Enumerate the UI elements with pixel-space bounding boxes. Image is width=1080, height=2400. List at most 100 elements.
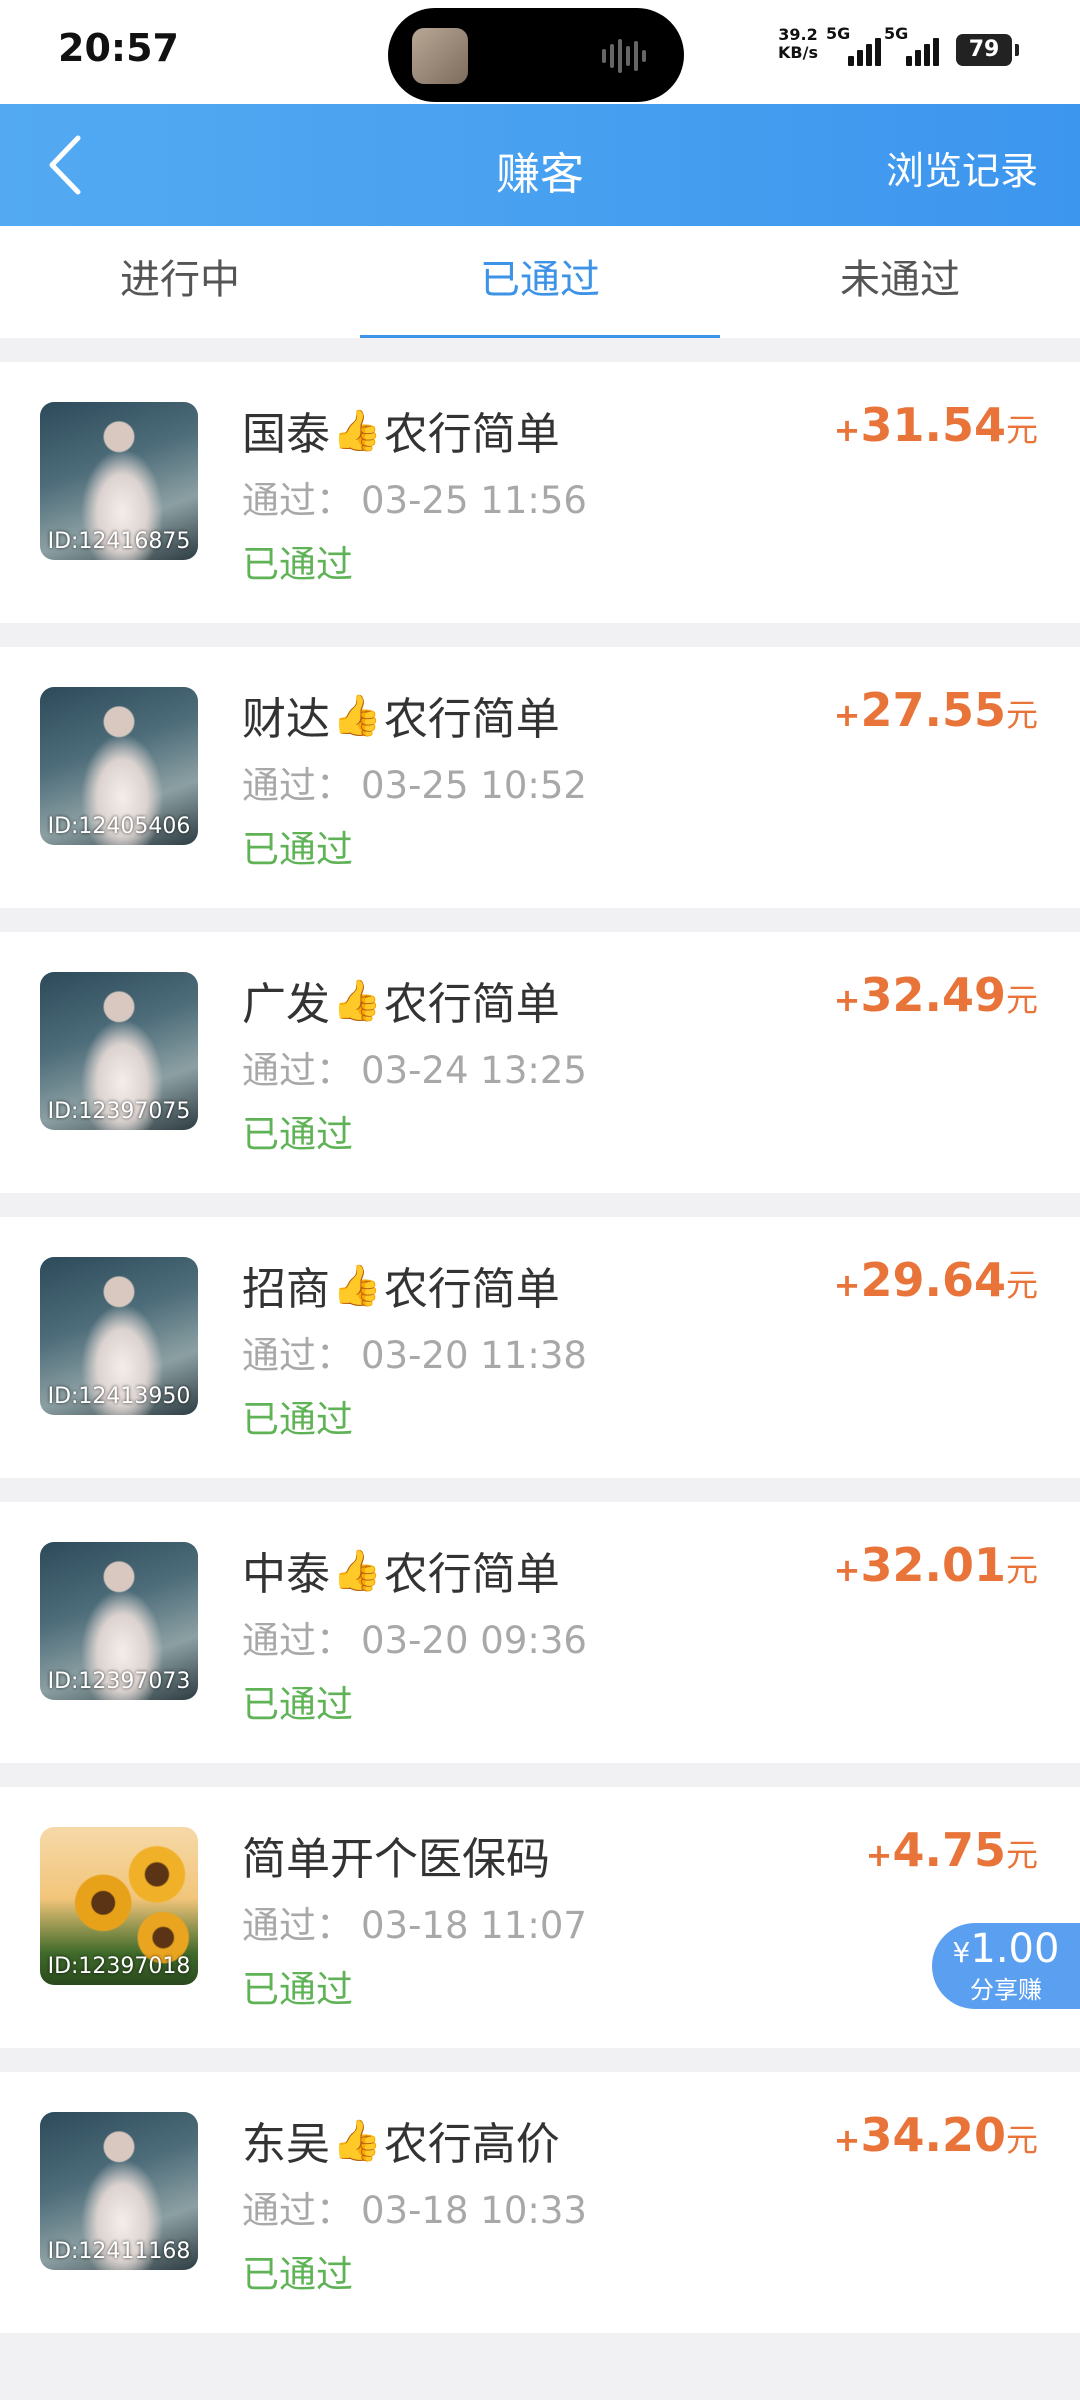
pass-time-label: 通过 [242, 2189, 316, 2232]
reward-unit: 元 [1005, 2121, 1038, 2159]
list-item[interactable]: ID:12397075 广发 👍 农行简单 通过： 03-24 13:25 已通过 +32.4… [0, 932, 1080, 1193]
list-item[interactable]: ID:12397018 简单开个医保码 通过： 03-18 11:07 已通过 +4.75… [0, 1787, 1080, 2048]
task-title: 国泰 👍 农行简单 [242, 398, 560, 462]
list-item[interactable]: ID:12413950 招商 👍 农行简单通过： 03-20 11:38 已通过 +29.6… [0, 1217, 1080, 1478]
list-item[interactable]: ID:12416875 国泰 👍 农行简单 通过： 03-25 11:56 已通过 +31.5… [0, 362, 1080, 623]
net-speed-unit: KB/s [778, 43, 818, 62]
task-name-suffix: 农行简单 [383, 409, 560, 460]
browse-history-button[interactable]: 浏览记录 [886, 140, 1038, 195]
reward-value: 32.49 [860, 968, 1006, 1022]
thumbs-up-icon: 👍 [332, 1547, 382, 1594]
pass-time: 通过： 03-24 13:25 [242, 1040, 587, 1094]
reward-sign: + [865, 1836, 893, 1874]
status-badge: 已通过 [242, 1968, 353, 2011]
pass-time-label: 通过 [242, 1619, 316, 1662]
task-id: ID:12411168 [47, 2239, 191, 2264]
task-id: ID:12413950 [47, 1384, 191, 1409]
app-header: 赚客 浏览记录 [0, 104, 1080, 226]
reward-value: 32.01 [860, 1538, 1006, 1592]
reward-amount: +29.64元 [834, 1253, 1038, 1307]
pass-time-value: 03-18 11:07 [361, 1904, 587, 1947]
reward-unit: 元 [1005, 1266, 1038, 1304]
thumbs-up-icon: 👍 [332, 977, 382, 1024]
task-title: 财达 👍 农行简单 [242, 683, 560, 747]
pass-time-separator: ： [316, 479, 353, 522]
tab-rejected[interactable]: 未通过 [720, 226, 1080, 338]
reward-value: 34.20 [860, 2108, 1006, 2162]
task-id: ID:12397073 [47, 1669, 191, 1694]
status-badge: 已通过 [242, 828, 353, 871]
share-earn-button[interactable]: ¥1.00 分享赚 [932, 1923, 1080, 2009]
reward-unit: 元 [1005, 1836, 1038, 1874]
task-title: 东吴 👍 农行高价 [242, 2108, 560, 2172]
pass-time-separator: ： [316, 764, 353, 807]
reward-amount: +34.20元 [834, 2108, 1038, 2162]
tab-passed[interactable]: 已通过 [360, 226, 720, 338]
task-thumbnail: ID:12413950 [40, 1257, 198, 1415]
task-thumbnail: ID:12411168 [40, 2112, 198, 2270]
task-name-suffix: 农行简单 [383, 1264, 560, 1315]
task-title: 简单开个医保码 [242, 1823, 550, 1887]
status-badge: 已通过 [242, 543, 353, 586]
status-badge: 已通过 [242, 1113, 353, 1156]
reward-sign: + [833, 411, 861, 449]
task-title: 中泰 👍 农行简单 [242, 1538, 560, 1602]
pass-time: 通过： 03-18 10:33 [242, 2180, 587, 2234]
net-speed-value: 39.2 [778, 25, 818, 44]
task-thumbnail: ID:12416875 [40, 402, 198, 560]
list-item[interactable]: ID:12405406 财达 👍 农行简单 通过： 03-25 10:52 已通过 +27.5… [0, 647, 1080, 908]
reward-value: 27.55 [860, 683, 1006, 737]
dynamic-island[interactable] [388, 8, 684, 102]
task-name-prefix: 国泰 [242, 409, 330, 460]
reward-sign: + [833, 1551, 861, 1589]
task-title: 招商 👍 农行简单 [242, 1253, 560, 1317]
reward-value: 29.64 [860, 1253, 1006, 1307]
reward-value: 31.54 [860, 398, 1006, 452]
status-badge: 已通过 [242, 1398, 353, 1441]
pass-time: 通过： 03-25 11:56 [242, 470, 587, 524]
task-name-suffix: 农行简单 [383, 1549, 560, 1600]
reward-unit: 元 [1005, 696, 1038, 734]
pass-time: 通过： 03-18 11:07 [242, 1895, 587, 1949]
signal-icon-sim1: 5G [826, 24, 882, 66]
battery-icon: 79 [956, 34, 1019, 66]
pass-time-label: 通过 [242, 479, 316, 522]
reward-amount: +27.55元 [834, 683, 1038, 737]
share-amount: ¥1.00 [952, 1926, 1060, 1972]
task-name-prefix: 财达 [242, 694, 330, 745]
pass-time-value: 03-18 10:33 [361, 2189, 587, 2232]
task-name-suffix: 农行简单 [383, 694, 560, 745]
status-tabs: 进行中 已通过 未通过 [0, 226, 1080, 338]
reward-sign: + [833, 1266, 861, 1304]
pass-time-label: 通过 [242, 764, 316, 807]
media-thumbnail [412, 28, 468, 84]
reward-sign: + [833, 2121, 861, 2159]
pass-time-separator: ： [316, 1619, 353, 1662]
pass-time: 通过： 03-20 11:38 [242, 1325, 587, 1379]
list-item[interactable]: ID:12397073 中泰 👍 农行简单 通过： 03-20 09:36 已通过 +32.0… [0, 1502, 1080, 1763]
list-item[interactable]: ID:12411168 东吴 👍 农行高价 通过： 03-18 10:33 已通过 +34.2… [0, 2072, 1080, 2333]
thumbs-up-icon: 👍 [332, 2117, 382, 2164]
task-name-prefix: 东吴 [242, 2119, 330, 2170]
task-id: ID:12397075 [47, 1099, 191, 1124]
pass-time-value: 03-24 13:25 [361, 1049, 587, 1092]
pass-time-label: 通过 [242, 1049, 316, 1092]
task-thumbnail: ID:12405406 [40, 687, 198, 845]
reward-unit: 元 [1005, 1551, 1038, 1589]
task-thumbnail: ID:12397018 [40, 1827, 198, 1985]
pass-time-separator: ： [316, 1334, 353, 1377]
reward-sign: + [833, 981, 861, 1019]
tab-in-progress[interactable]: 进行中 [0, 226, 360, 338]
pass-time-value: 03-25 11:56 [361, 479, 587, 522]
task-id: ID:12405406 [47, 814, 191, 839]
reward-amount: +4.75元 [866, 1823, 1038, 1877]
reward-amount: +32.01元 [834, 1538, 1038, 1592]
reward-value: 4.75 [892, 1823, 1006, 1877]
thumbs-up-icon: 👍 [332, 1262, 382, 1309]
task-name-prefix: 简单开个医保码 [242, 1834, 550, 1885]
reward-unit: 元 [1005, 411, 1038, 449]
task-thumbnail: ID:12397075 [40, 972, 198, 1130]
pass-time-label: 通过 [242, 1334, 316, 1377]
task-name-prefix: 招商 [242, 1264, 330, 1315]
status-time: 20:57 [58, 26, 179, 70]
